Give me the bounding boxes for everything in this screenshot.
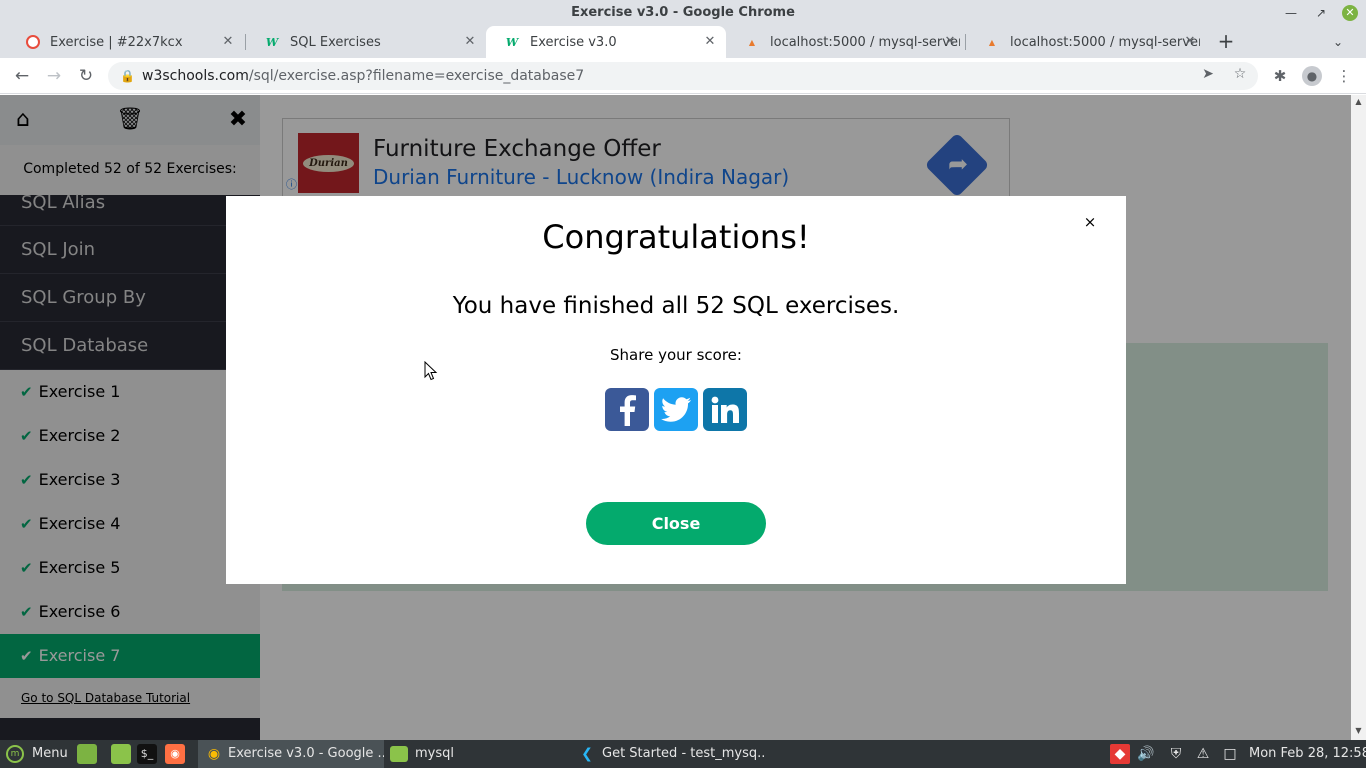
tab-localhost-2[interactable]: ▲ localhost:5000 / mysql-server ✕ <box>966 26 1206 58</box>
shield-icon[interactable]: ⛨ <box>1166 744 1186 764</box>
close-tab-icon[interactable]: ✕ <box>220 34 236 50</box>
forward-icon[interactable]: → <box>42 64 66 88</box>
taskbar-window-vscode[interactable]: Get Started - test_mysq... <box>575 740 765 768</box>
facebook-share-button[interactable] <box>605 388 649 431</box>
tab-label: localhost:5000 / mysql-server <box>770 34 960 50</box>
send-icon[interactable]: ➤ <box>1198 64 1218 84</box>
firefox-icon[interactable]: ◉ <box>165 744 185 764</box>
tab-label: SQL Exercises <box>290 34 381 50</box>
close-tab-icon[interactable]: ✕ <box>1182 34 1198 50</box>
window-title: Exercise v3.0 - Google Chrome <box>571 5 795 20</box>
close-button[interactable]: Close <box>586 502 766 545</box>
address-bar[interactable]: 🔒 w3schools.com/sql/exercise.asp?filenam… <box>108 62 1258 90</box>
anydesk-icon[interactable]: ◆ <box>1110 744 1130 764</box>
url-path: /sql/exercise.asp?filename=exercise_data… <box>248 68 585 84</box>
back-icon[interactable]: ← <box>10 64 34 88</box>
taskbar-window-label: Exercise v3.0 - Google ... <box>228 746 384 761</box>
chevron-down-icon[interactable]: ⌄ <box>1328 32 1348 52</box>
phpmyadmin-icon: ▲ <box>988 37 996 47</box>
kebab-menu-icon[interactable]: ⋮ <box>1334 66 1354 86</box>
minimize-icon[interactable]: — <box>1282 4 1300 22</box>
twitter-icon <box>661 396 691 422</box>
new-tab-icon[interactable]: + <box>1214 30 1238 54</box>
lock-icon: 🔒 <box>120 69 135 83</box>
share-label: Share your score: <box>610 346 742 364</box>
tab-exercise-22x7kcx[interactable]: Exercise | #22x7kcx ✕ <box>8 26 244 58</box>
tab-label: Exercise | #22x7kcx <box>50 34 183 50</box>
tab-label: localhost:5000 / mysql-server <box>1010 34 1200 50</box>
network-icon[interactable]: □ <box>1220 744 1240 764</box>
scroll-up-icon[interactable]: ▲ <box>1351 97 1366 109</box>
taskbar-window-mysql[interactable]: mysql <box>388 740 568 768</box>
show-desktop-icon[interactable] <box>77 744 97 764</box>
mouse-cursor-icon <box>424 361 438 381</box>
taskbar-window-label: Get Started - test_mysq... <box>602 746 765 761</box>
extensions-icon[interactable]: ✱ <box>1270 66 1290 86</box>
browser-toolbar: ← → ↻ 🔒 w3schools.com/sql/exercise.asp?f… <box>0 58 1366 94</box>
congratulations-modal: × Congratulations! You have finished all… <box>226 196 1126 584</box>
tab-sql-exercises[interactable]: W SQL Exercises ✕ <box>246 26 486 58</box>
menu-button[interactable]: Menu <box>32 740 68 768</box>
scroll-down-icon[interactable]: ▼ <box>1351 726 1366 738</box>
mint-menu-icon[interactable]: m <box>6 745 24 763</box>
folder-icon <box>390 746 408 762</box>
taskbar-window-chrome[interactable]: Exercise v3.0 - Google ... <box>198 740 384 768</box>
file-manager-icon[interactable] <box>111 744 131 764</box>
warning-icon[interactable]: ⚠ <box>1193 744 1213 764</box>
close-tab-icon[interactable]: ✕ <box>942 34 958 50</box>
profile-icon[interactable]: ● <box>1302 66 1322 86</box>
star-icon[interactable]: ☆ <box>1230 64 1250 84</box>
url-domain: w3schools.com <box>142 68 249 84</box>
vscode-icon: ❮ <box>581 746 593 762</box>
window-title-bar: Exercise v3.0 - Google Chrome — ↗ ✕ <box>0 0 1366 26</box>
facebook-icon <box>620 394 636 426</box>
close-tab-icon[interactable]: ✕ <box>462 34 478 50</box>
page-scrollbar[interactable]: ▲ ▼ <box>1351 95 1366 740</box>
linkedin-share-button[interactable] <box>703 388 747 431</box>
tab-label: Exercise v3.0 <box>530 34 617 50</box>
reload-icon[interactable]: ↻ <box>74 64 98 88</box>
close-window-icon[interactable]: ✕ <box>1342 5 1358 21</box>
terminal-icon[interactable]: $_ <box>137 744 157 764</box>
modal-title: Congratulations! <box>542 218 810 256</box>
w3schools-icon: W <box>265 35 279 49</box>
clock[interactable]: Mon Feb 28, 12:58 <box>1249 740 1366 768</box>
chrome-icon: ◉ <box>207 746 221 762</box>
tab-strip: Exercise | #22x7kcx ✕ W SQL Exercises ✕ … <box>0 26 1366 58</box>
circle-logo-icon <box>26 35 40 49</box>
close-tab-icon[interactable]: ✕ <box>702 34 718 50</box>
twitter-share-button[interactable] <box>654 388 698 431</box>
w3schools-icon: W <box>505 35 519 49</box>
os-taskbar: m Menu $_ ◉ Exercise v3.0 - Google ... ◉… <box>0 740 1366 768</box>
maximize-icon[interactable]: ↗ <box>1312 4 1330 22</box>
volume-icon[interactable]: 🔊 <box>1136 744 1156 764</box>
phpmyadmin-icon: ▲ <box>748 37 756 47</box>
linkedin-icon <box>711 396 739 423</box>
taskbar-window-label: mysql <box>415 746 454 761</box>
modal-message: You have finished all 52 SQL exercises. <box>452 293 900 319</box>
tab-localhost-1[interactable]: ▲ localhost:5000 / mysql-server ✕ <box>726 26 966 58</box>
tab-exercise-v3[interactable]: W Exercise v3.0 ✕ <box>486 26 726 58</box>
